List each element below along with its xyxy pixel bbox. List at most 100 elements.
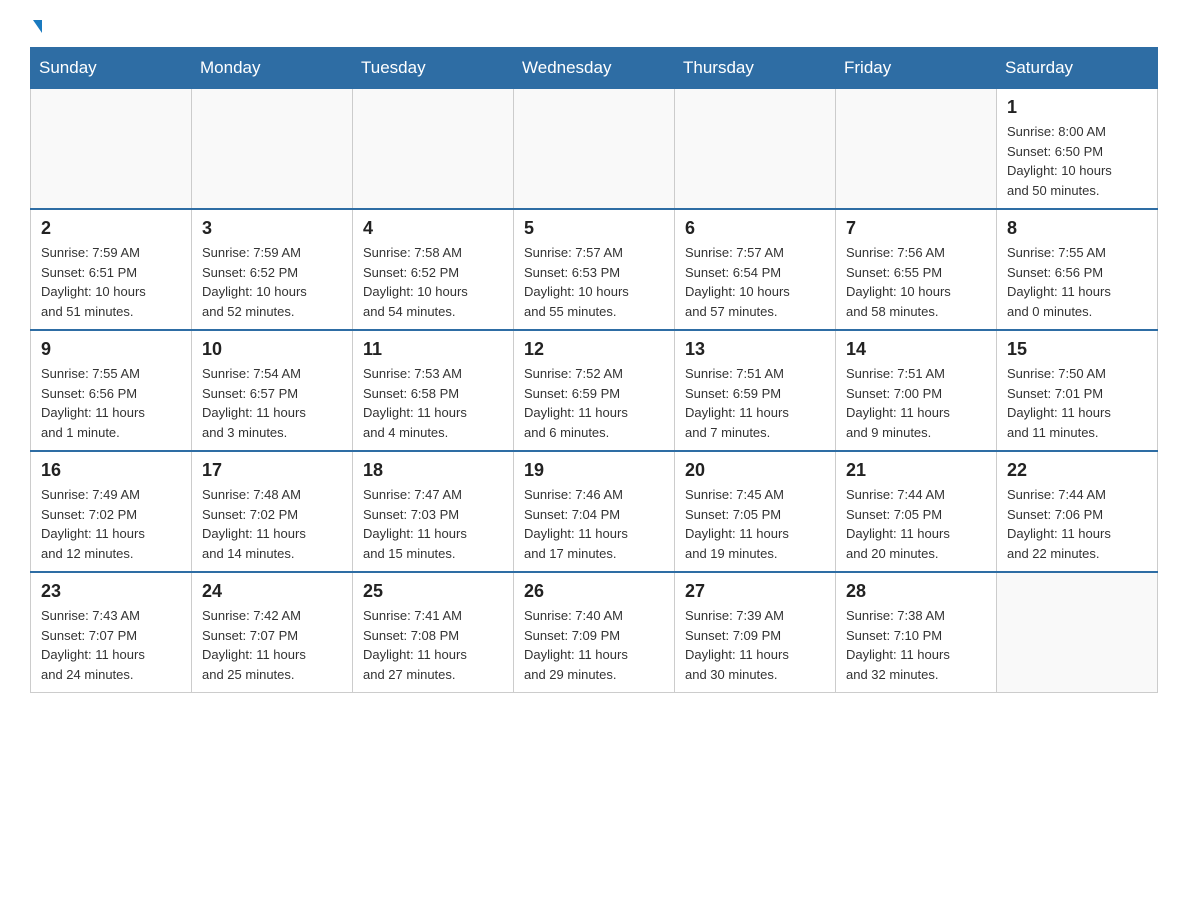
- day-number: 2: [41, 218, 181, 239]
- calendar-cell: [514, 89, 675, 210]
- day-info: Sunrise: 7:41 AM Sunset: 7:08 PM Dayligh…: [363, 606, 503, 684]
- day-number: 20: [685, 460, 825, 481]
- calendar-cell: 20 Sunrise: 7:45 AM Sunset: 7:05 PM Dayli…: [675, 451, 836, 572]
- day-info: Sunrise: 7:38 AM Sunset: 7:10 PM Dayligh…: [846, 606, 986, 684]
- day-info: Sunrise: 7:59 AM Sunset: 6:52 PM Dayligh…: [202, 243, 342, 321]
- day-info: Sunrise: 7:57 AM Sunset: 6:53 PM Dayligh…: [524, 243, 664, 321]
- calendar-week-row: 1 Sunrise: 8:00 AM Sunset: 6:50 PM Daylig…: [31, 89, 1158, 210]
- day-number: 9: [41, 339, 181, 360]
- calendar-cell: 18 Sunrise: 7:47 AM Sunset: 7:03 PM Dayli…: [353, 451, 514, 572]
- page-header: [30, 20, 1158, 37]
- calendar-cell: 12 Sunrise: 7:52 AM Sunset: 6:59 PM Dayli…: [514, 330, 675, 451]
- calendar-cell: 5 Sunrise: 7:57 AM Sunset: 6:53 PM Daylig…: [514, 209, 675, 330]
- day-number: 27: [685, 581, 825, 602]
- calendar-week-row: 16 Sunrise: 7:49 AM Sunset: 7:02 PM Dayli…: [31, 451, 1158, 572]
- day-number: 25: [363, 581, 503, 602]
- day-info: Sunrise: 7:52 AM Sunset: 6:59 PM Dayligh…: [524, 364, 664, 442]
- day-number: 14: [846, 339, 986, 360]
- calendar-cell: [353, 89, 514, 210]
- calendar-cell: 24 Sunrise: 7:42 AM Sunset: 7:07 PM Dayli…: [192, 572, 353, 693]
- calendar-cell: 28 Sunrise: 7:38 AM Sunset: 7:10 PM Dayli…: [836, 572, 997, 693]
- logo: [30, 20, 42, 37]
- calendar-week-row: 2 Sunrise: 7:59 AM Sunset: 6:51 PM Daylig…: [31, 209, 1158, 330]
- day-number: 4: [363, 218, 503, 239]
- calendar-cell: [675, 89, 836, 210]
- day-info: Sunrise: 7:58 AM Sunset: 6:52 PM Dayligh…: [363, 243, 503, 321]
- calendar-cell: 23 Sunrise: 7:43 AM Sunset: 7:07 PM Dayli…: [31, 572, 192, 693]
- calendar-cell: 27 Sunrise: 7:39 AM Sunset: 7:09 PM Dayli…: [675, 572, 836, 693]
- day-info: Sunrise: 7:47 AM Sunset: 7:03 PM Dayligh…: [363, 485, 503, 563]
- day-number: 5: [524, 218, 664, 239]
- calendar-cell: 6 Sunrise: 7:57 AM Sunset: 6:54 PM Daylig…: [675, 209, 836, 330]
- day-number: 24: [202, 581, 342, 602]
- calendar-cell: 19 Sunrise: 7:46 AM Sunset: 7:04 PM Dayli…: [514, 451, 675, 572]
- calendar-cell: 14 Sunrise: 7:51 AM Sunset: 7:00 PM Dayli…: [836, 330, 997, 451]
- calendar-cell: [836, 89, 997, 210]
- day-info: Sunrise: 7:55 AM Sunset: 6:56 PM Dayligh…: [1007, 243, 1147, 321]
- calendar-cell: 16 Sunrise: 7:49 AM Sunset: 7:02 PM Dayli…: [31, 451, 192, 572]
- calendar-cell: 8 Sunrise: 7:55 AM Sunset: 6:56 PM Daylig…: [997, 209, 1158, 330]
- day-info: Sunrise: 7:46 AM Sunset: 7:04 PM Dayligh…: [524, 485, 664, 563]
- day-info: Sunrise: 7:42 AM Sunset: 7:07 PM Dayligh…: [202, 606, 342, 684]
- calendar-cell: 21 Sunrise: 7:44 AM Sunset: 7:05 PM Dayli…: [836, 451, 997, 572]
- calendar-cell: 17 Sunrise: 7:48 AM Sunset: 7:02 PM Dayli…: [192, 451, 353, 572]
- day-info: Sunrise: 7:48 AM Sunset: 7:02 PM Dayligh…: [202, 485, 342, 563]
- day-info: Sunrise: 7:45 AM Sunset: 7:05 PM Dayligh…: [685, 485, 825, 563]
- day-number: 12: [524, 339, 664, 360]
- calendar-cell: 22Sunrise: 7:44 AM Sunset: 7:06 PM Dayli…: [997, 451, 1158, 572]
- day-number: 17: [202, 460, 342, 481]
- calendar-cell: 15 Sunrise: 7:50 AM Sunset: 7:01 PM Dayli…: [997, 330, 1158, 451]
- calendar-cell: 1 Sunrise: 8:00 AM Sunset: 6:50 PM Daylig…: [997, 89, 1158, 210]
- day-number: 23: [41, 581, 181, 602]
- calendar-cell: [192, 89, 353, 210]
- day-info: Sunrise: 7:40 AM Sunset: 7:09 PM Dayligh…: [524, 606, 664, 684]
- calendar-cell: [31, 89, 192, 210]
- calendar-cell: 13 Sunrise: 7:51 AM Sunset: 6:59 PM Dayli…: [675, 330, 836, 451]
- day-info: Sunrise: 7:49 AM Sunset: 7:02 PM Dayligh…: [41, 485, 181, 563]
- day-info: Sunrise: 7:59 AM Sunset: 6:51 PM Dayligh…: [41, 243, 181, 321]
- calendar-cell: 7Sunrise: 7:56 AM Sunset: 6:55 PM Daylig…: [836, 209, 997, 330]
- calendar-cell: 4 Sunrise: 7:58 AM Sunset: 6:52 PM Daylig…: [353, 209, 514, 330]
- day-number: 3: [202, 218, 342, 239]
- day-number: 19: [524, 460, 664, 481]
- logo-triangle-icon: [33, 20, 42, 33]
- calendar-week-row: 23 Sunrise: 7:43 AM Sunset: 7:07 PM Dayli…: [31, 572, 1158, 693]
- weekday-header-friday: Friday: [836, 48, 997, 89]
- day-info: Sunrise: 7:55 AM Sunset: 6:56 PM Dayligh…: [41, 364, 181, 442]
- day-number: 28: [846, 581, 986, 602]
- day-number: 1: [1007, 97, 1147, 118]
- weekday-header-thursday: Thursday: [675, 48, 836, 89]
- weekday-header-row: SundayMondayTuesdayWednesdayThursdayFrid…: [31, 48, 1158, 89]
- day-info: Sunrise: 7:51 AM Sunset: 6:59 PM Dayligh…: [685, 364, 825, 442]
- calendar-cell: 10 Sunrise: 7:54 AM Sunset: 6:57 PM Dayli…: [192, 330, 353, 451]
- day-info: Sunrise: 7:39 AM Sunset: 7:09 PM Dayligh…: [685, 606, 825, 684]
- weekday-header-sunday: Sunday: [31, 48, 192, 89]
- day-info: Sunrise: 7:43 AM Sunset: 7:07 PM Dayligh…: [41, 606, 181, 684]
- day-number: 13: [685, 339, 825, 360]
- weekday-header-saturday: Saturday: [997, 48, 1158, 89]
- day-info: Sunrise: 7:57 AM Sunset: 6:54 PM Dayligh…: [685, 243, 825, 321]
- day-number: 6: [685, 218, 825, 239]
- calendar-cell: 25 Sunrise: 7:41 AM Sunset: 7:08 PM Dayli…: [353, 572, 514, 693]
- day-info: Sunrise: 7:51 AM Sunset: 7:00 PM Dayligh…: [846, 364, 986, 442]
- calendar-table: SundayMondayTuesdayWednesdayThursdayFrid…: [30, 47, 1158, 693]
- day-number: 21: [846, 460, 986, 481]
- day-info: Sunrise: 7:56 AM Sunset: 6:55 PM Dayligh…: [846, 243, 986, 321]
- day-number: 26: [524, 581, 664, 602]
- day-info: Sunrise: 8:00 AM Sunset: 6:50 PM Dayligh…: [1007, 122, 1147, 200]
- day-number: 15: [1007, 339, 1147, 360]
- weekday-header-wednesday: Wednesday: [514, 48, 675, 89]
- day-number: 22: [1007, 460, 1147, 481]
- day-number: 16: [41, 460, 181, 481]
- day-number: 10: [202, 339, 342, 360]
- day-info: Sunrise: 7:54 AM Sunset: 6:57 PM Dayligh…: [202, 364, 342, 442]
- weekday-header-tuesday: Tuesday: [353, 48, 514, 89]
- calendar-cell: 9 Sunrise: 7:55 AM Sunset: 6:56 PM Daylig…: [31, 330, 192, 451]
- calendar-cell: 11 Sunrise: 7:53 AM Sunset: 6:58 PM Dayli…: [353, 330, 514, 451]
- day-info: Sunrise: 7:53 AM Sunset: 6:58 PM Dayligh…: [363, 364, 503, 442]
- day-number: 18: [363, 460, 503, 481]
- day-number: 8: [1007, 218, 1147, 239]
- day-number: 11: [363, 339, 503, 360]
- day-info: Sunrise: 7:44 AM Sunset: 7:05 PM Dayligh…: [846, 485, 986, 563]
- day-info: Sunrise: 7:50 AM Sunset: 7:01 PM Dayligh…: [1007, 364, 1147, 442]
